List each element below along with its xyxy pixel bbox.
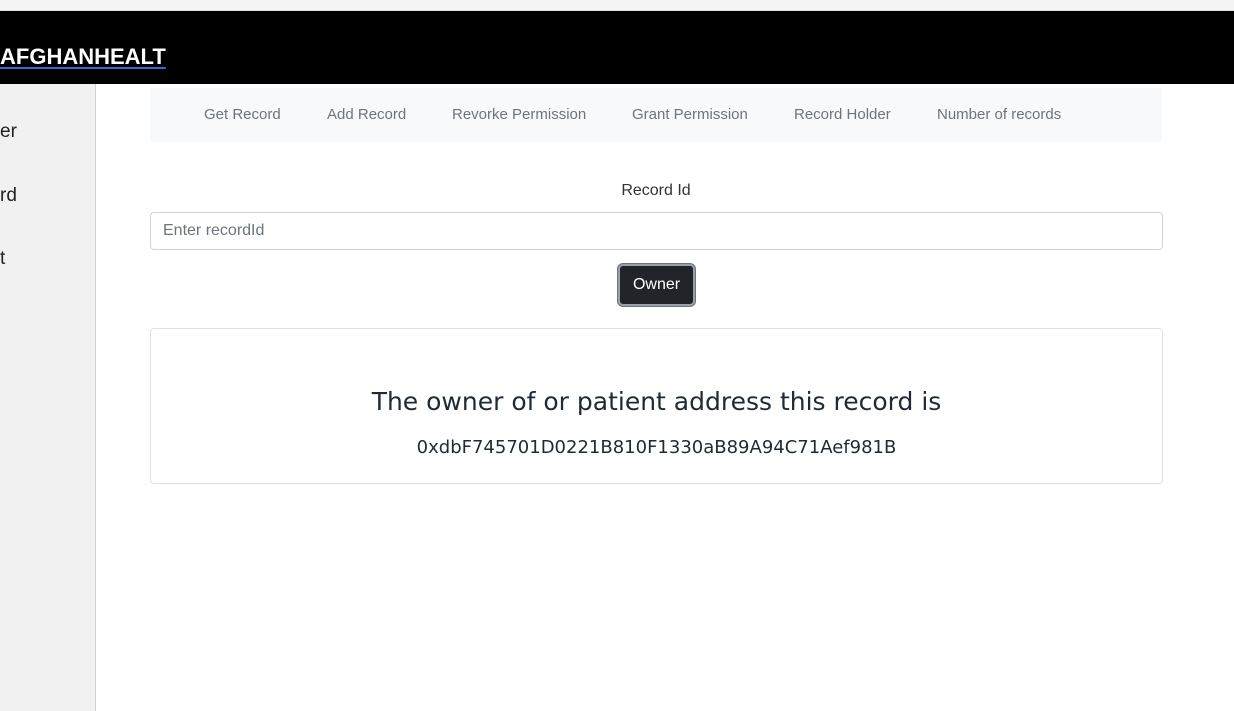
nav-number-of-records[interactable]: Number of records — [937, 88, 1061, 142]
sidebar-item-label: er — [0, 121, 17, 142]
sidebar-item-3[interactable]: t — [0, 239, 95, 279]
owner-button[interactable]: Owner — [618, 264, 695, 306]
record-id-label: Record Id — [621, 182, 691, 199]
sidebar-item-label: rd — [0, 185, 17, 206]
top-nav: Get Record Add Record Revorke Permission… — [150, 88, 1162, 142]
record-id-input[interactable] — [150, 212, 1163, 250]
brand-link[interactable]: AFGHANHEALT — [0, 45, 166, 69]
browser-top-strip — [0, 0, 1234, 11]
nav-grant-permission[interactable]: Grant Permission — [632, 88, 748, 142]
nav-record-holder[interactable]: Record Holder — [794, 88, 891, 142]
sidebar-item-1[interactable]: er — [0, 112, 95, 152]
sidebar: er rd t — [0, 84, 96, 711]
nav-add-record[interactable]: Add Record — [327, 88, 406, 142]
nav-get-record[interactable]: Get Record — [204, 88, 281, 142]
owner-address: 0xdbF745701D0221B810F1330aB89A94C71Aef98… — [416, 437, 897, 458]
result-card: The owner of or patient address this rec… — [150, 328, 1163, 484]
sidebar-item-label: t — [0, 248, 6, 269]
sidebar-item-2[interactable]: rd — [0, 176, 95, 216]
app-header: AFGHANHEALT — [0, 11, 1234, 84]
nav-revoke-permission[interactable]: Revorke Permission — [452, 88, 586, 142]
result-title: The owner of or patient address this rec… — [371, 387, 942, 416]
